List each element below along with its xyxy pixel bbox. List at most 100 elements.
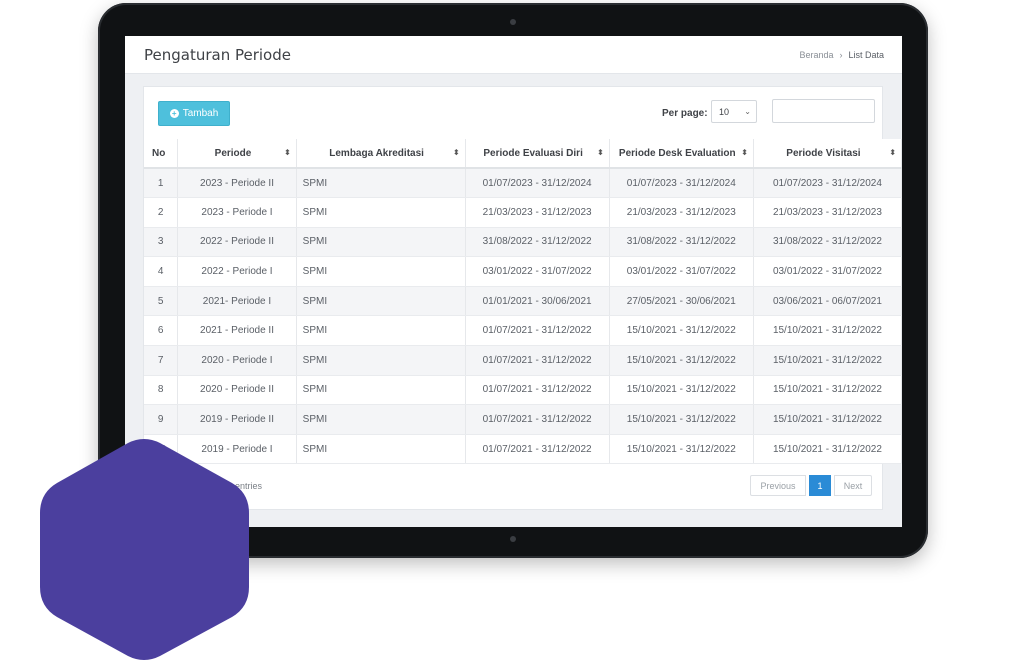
table-row[interactable]: 6 2021 - Periode II SPMI 01/07/2021 - 31/12… <box>144 315 902 347</box>
cell-periode: 2022 - Periode I <box>177 256 297 287</box>
column-header-no: No <box>144 139 179 169</box>
decorative-hexagon-shape <box>40 439 249 660</box>
cell-no: 3 <box>144 227 179 258</box>
sort-icon: ⬍ <box>889 148 896 157</box>
cell-no: 6 <box>144 315 179 347</box>
page-header: Pengaturan Periode Beranda › List Data <box>125 36 902 74</box>
periode-table: No Periode ⬍ Lembaga Akreditasi ⬍ Periode … <box>144 139 902 465</box>
breadcrumb: Beranda › List Data <box>799 50 884 60</box>
cell-evaluasi-diri: 01/07/2023 - 31/12/2024 <box>465 168 610 199</box>
cell-no: 7 <box>144 345 179 376</box>
cell-lembaga: SPMI <box>296 286 466 317</box>
table-row[interactable]: 9 2019 - Periode II SPMI 01/07/2021 - 31/12… <box>144 404 902 435</box>
search-input[interactable] <box>772 99 875 123</box>
page-1-button[interactable]: 1 <box>809 475 831 496</box>
cell-desk-evaluation: 27/05/2021 - 30/06/2021 <box>609 286 754 317</box>
cell-desk-evaluation: 15/10/2021 - 31/12/2022 <box>609 345 754 376</box>
cell-no: 1 <box>144 168 179 199</box>
cell-lembaga: SPMI <box>296 404 466 435</box>
column-header-evaluasi-diri[interactable]: Periode Evaluasi Diri ⬍ <box>465 139 610 169</box>
column-header-lembaga[interactable]: Lembaga Akreditasi ⬍ <box>296 139 466 169</box>
cell-evaluasi-diri: 01/01/2021 - 30/06/2021 <box>465 286 610 317</box>
table-row[interactable]: 102019 - Periode ISPMI01/07/2021 - 31/12… <box>144 434 902 465</box>
camera-icon <box>510 19 516 25</box>
cell-periode: 2020 - Periode II <box>177 375 297 406</box>
cell-evaluasi-diri: 21/03/2023 - 31/12/2023 <box>465 197 610 228</box>
cell-lembaga: SPMI <box>296 434 466 465</box>
chevron-down-icon: ⌄ <box>744 107 751 116</box>
add-button-label: Tambah <box>182 108 219 119</box>
cell-visitasi: 03/01/2022 - 31/07/2022 <box>753 256 902 287</box>
cell-lembaga: SPMI <box>296 168 466 199</box>
cell-no: 5 <box>144 286 179 317</box>
sort-icon: ⬍ <box>452 148 460 157</box>
table-row[interactable]: 2 2023 - Periode I SPMI 21/03/2023 - 31/12/… <box>144 197 902 228</box>
table-row[interactable]: 8 2020 - Periode II SPMI 01/07/2021 - 31/12… <box>144 375 902 406</box>
cell-periode: 2023 - Periode I <box>177 197 297 228</box>
column-header-desk-evaluation[interactable]: Periode Desk Evaluation ⬍ <box>609 139 754 169</box>
page-title: Pengaturan Periode <box>144 46 291 64</box>
cell-periode: 2023 - Periode II <box>177 168 297 199</box>
cell-visitasi: 21/03/2023 - 31/12/2023 <box>753 197 902 228</box>
cell-evaluasi-diri: 01/07/2021 - 31/12/2022 <box>465 345 610 376</box>
table-row[interactable]: 1 2023 - Periode II SPMI 01/07/2023 - 31/12… <box>144 168 902 199</box>
previous-page-button[interactable]: Previous <box>750 475 806 496</box>
cell-evaluasi-diri: 03/01/2022 - 31/07/2022 <box>465 256 610 287</box>
breadcrumb-current: List Data <box>848 50 884 60</box>
cell-no: 8 <box>144 375 179 406</box>
cell-periode: 2021- Periode I <box>177 286 297 317</box>
cell-desk-evaluation: 15/10/2021 - 31/12/2022 <box>609 375 754 406</box>
breadcrumb-separator-icon: › <box>839 50 843 60</box>
cell-lembaga: SPMI <box>296 315 466 347</box>
cell-lembaga: SPMI <box>296 227 466 258</box>
cell-lembaga: SPMI <box>296 375 466 406</box>
cell-no: 2 <box>144 197 179 228</box>
home-button-icon <box>510 536 516 542</box>
cell-lembaga: SPMI <box>296 345 466 376</box>
cell-no: 9 <box>144 404 179 435</box>
cell-desk-evaluation: 15/10/2021 - 31/12/2022 <box>609 434 754 465</box>
sort-icon: ⬍ <box>596 148 604 157</box>
cell-lembaga: SPMI <box>296 197 466 228</box>
breadcrumb-home-link[interactable]: Beranda <box>799 50 833 60</box>
cell-visitasi: 03/06/2021 - 06/07/2021 <box>753 286 902 317</box>
cell-visitasi: 01/07/2023 - 31/12/2024 <box>753 168 902 199</box>
table-header-row: No Periode ⬍ Lembaga Akreditasi ⬍ Periode … <box>144 139 902 169</box>
sort-icon: ⬍ <box>283 148 291 157</box>
cell-desk-evaluation: 01/07/2023 - 31/12/2024 <box>609 168 754 199</box>
column-header-periode[interactable]: Periode ⬍ <box>177 139 297 169</box>
table-row[interactable]: 5 2021- Periode I SPMI 01/01/2021 - 30/06/2… <box>144 286 902 317</box>
cell-evaluasi-diri: 01/07/2021 - 31/12/2022 <box>465 375 610 406</box>
cell-visitasi: 15/10/2021 - 31/12/2022 <box>753 404 902 435</box>
table-row[interactable]: 3 2022 - Periode II SPMI 31/08/2022 - 31/12… <box>144 227 902 258</box>
cell-visitasi: 15/10/2021 - 31/12/2022 <box>753 434 902 465</box>
cell-desk-evaluation: 03/01/2022 - 31/07/2022 <box>609 256 754 287</box>
column-header-visitasi[interactable]: Periode Visitasi ⬍ <box>753 139 902 169</box>
cell-evaluasi-diri: 01/07/2021 - 31/12/2022 <box>465 434 610 465</box>
table-row[interactable]: 4 2022 - Periode I SPMI 03/01/2022 - 31/07/… <box>144 256 902 287</box>
cell-evaluasi-diri: 31/08/2022 - 31/12/2022 <box>465 227 610 258</box>
cell-evaluasi-diri: 01/07/2021 - 31/12/2022 <box>465 315 610 347</box>
cell-visitasi: 15/10/2021 - 31/12/2022 <box>753 345 902 376</box>
data-panel: + Tambah Per page: 10 ⌄ No Periode ⬍ Lem… <box>143 86 902 510</box>
per-page-value: 10 <box>719 106 730 117</box>
cell-desk-evaluation: 21/03/2023 - 31/12/2023 <box>609 197 754 228</box>
next-page-button[interactable]: Next <box>834 475 872 496</box>
pagination: Previous 1 Next <box>750 475 872 496</box>
table-row[interactable]: 7 2020 - Periode I SPMI 01/07/2021 - 31/12/… <box>144 345 902 376</box>
per-page-label: Per page: <box>662 108 708 119</box>
per-page-select[interactable]: 10 ⌄ <box>711 100 757 123</box>
add-button[interactable]: + Tambah <box>158 101 230 126</box>
plus-circle-icon: + <box>169 109 179 118</box>
cell-periode: 2020 - Periode I <box>177 345 297 376</box>
cell-desk-evaluation: 31/08/2022 - 31/12/2022 <box>609 227 754 258</box>
cell-visitasi: 15/10/2021 - 31/12/2022 <box>753 375 902 406</box>
cell-visitasi: 31/08/2022 - 31/12/2022 <box>753 227 902 258</box>
cell-periode: 2022 - Periode II <box>177 227 297 258</box>
cell-desk-evaluation: 15/10/2021 - 31/12/2022 <box>609 315 754 347</box>
cell-no: 4 <box>144 256 179 287</box>
sort-icon: ⬍ <box>741 148 748 157</box>
cell-lembaga: SPMI <box>296 256 466 287</box>
cell-visitasi: 15/10/2021 - 31/12/2022 <box>753 315 902 347</box>
cell-periode: 2021 - Periode II <box>177 315 297 347</box>
